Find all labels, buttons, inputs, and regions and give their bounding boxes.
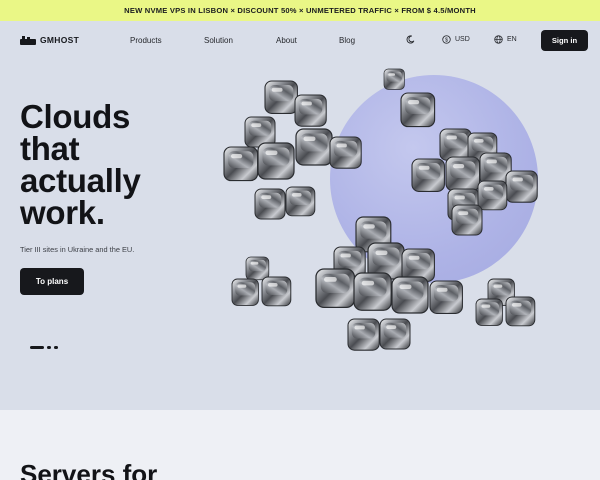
- slide-dot[interactable]: [47, 346, 51, 349]
- headline-line: actually: [20, 162, 141, 199]
- currency-selector[interactable]: $ USD: [442, 35, 470, 44]
- headline-line: that: [20, 130, 80, 167]
- promo-banner[interactable]: NEW NVME VPS IN LISBON × DISCOUNT 50% × …: [0, 0, 600, 21]
- moon-icon: [406, 35, 415, 44]
- logo[interactable]: GMHOST: [20, 35, 79, 45]
- cube-cluster-top-left: [223, 80, 362, 220]
- menu-item-about[interactable]: About: [276, 36, 297, 45]
- slide-dot[interactable]: [54, 346, 58, 349]
- to-plans-button[interactable]: To plans: [20, 268, 84, 295]
- logo-text: GMHOST: [40, 35, 80, 45]
- top-nav: GMHOST Products Solution About Blog $ US…: [0, 21, 600, 60]
- cube-cluster-small-top: [383, 68, 436, 128]
- menu-item-solution[interactable]: Solution: [204, 36, 233, 45]
- menu-item-products[interactable]: Products: [130, 36, 162, 45]
- hero-subtitle: Tier III sites in Ukraine and the EU.: [20, 245, 135, 254]
- section-title: Servers for: [20, 459, 158, 480]
- promo-text: NEW NVME VPS IN LISBON × DISCOUNT 50% × …: [124, 6, 476, 15]
- cube-cluster-bottom-right: [475, 278, 536, 327]
- servers-section: Servers for: [0, 410, 600, 480]
- theme-toggle[interactable]: [406, 35, 415, 44]
- dollar-icon: $: [442, 35, 451, 44]
- logo-icon: [20, 35, 36, 45]
- cube-cluster-right: [411, 128, 538, 236]
- slider-pagination: [30, 346, 58, 349]
- headline-line: Clouds: [20, 98, 131, 135]
- cube-cluster-bottom-center: [315, 216, 464, 351]
- sign-in-button[interactable]: Sign in: [541, 30, 588, 51]
- currency-label: USD: [455, 36, 470, 43]
- cube-cluster-bottom-left: [231, 256, 292, 307]
- globe-icon: [494, 35, 503, 44]
- headline-line: work.: [20, 194, 105, 231]
- hero-section: GMHOST Products Solution About Blog $ US…: [0, 21, 600, 410]
- slide-dot-active[interactable]: [30, 346, 44, 349]
- language-selector[interactable]: EN: [494, 35, 517, 44]
- menu-item-blog[interactable]: Blog: [339, 36, 355, 45]
- language-label: EN: [507, 36, 517, 43]
- svg-text:$: $: [445, 37, 448, 43]
- hero-headline: Clouds that actually work.: [20, 98, 141, 231]
